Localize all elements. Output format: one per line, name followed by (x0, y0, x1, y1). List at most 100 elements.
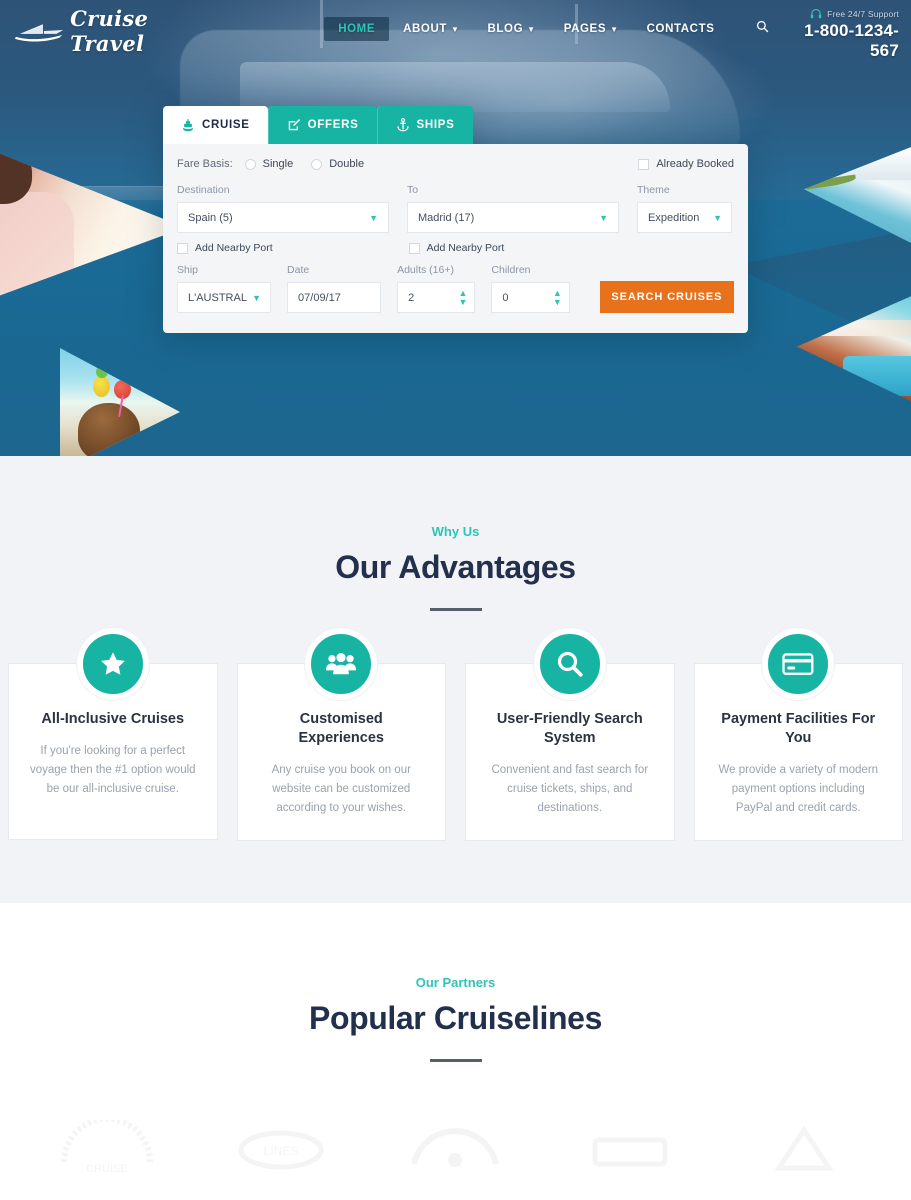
label-ship: Ship (177, 264, 199, 276)
nearby-port-row: Add Nearby Port Add Nearby Port (177, 242, 734, 254)
partner-logo-icon[interactable] (575, 1120, 685, 1174)
nav-label-contacts: CONTACTS (646, 23, 715, 35)
partner-logo-row: CRUISE LINES (0, 1119, 911, 1174)
checkbox-box-nearby-to (408, 242, 420, 254)
site-logo[interactable]: Cruise Travel (14, 6, 224, 56)
advantages-title: Our Advantages (335, 549, 576, 585)
chevron-down-icon: ▼ (369, 212, 378, 223)
fare-basis-row: Fare Basis: Single Double Already Booked (177, 158, 734, 170)
partner-logo-icon[interactable]: CRUISE (52, 1119, 162, 1174)
select-to[interactable]: Madrid (17) ▼ (407, 202, 619, 233)
label-destination: Destination (177, 184, 230, 196)
advantages-card-grid: All-Inclusive Cruises If you're looking … (0, 628, 911, 841)
hero-section: Cruise Travel HOME ABOUT ▼ BLOG ▼ PAGES … (0, 0, 911, 456)
advantage-card-text: If you're looking for a perfect voyage t… (29, 744, 196, 795)
pencil-square-icon (287, 118, 301, 132)
checkbox-nearby-port-to[interactable]: Add Nearby Port (408, 242, 505, 254)
advantage-card: Payment Facilities For You We provide a … (693, 628, 903, 841)
select-destination[interactable]: Spain (5) ▼ (177, 202, 389, 233)
headset-icon (810, 8, 822, 19)
section-divider (429, 608, 482, 611)
checkbox-nearby-port-from[interactable]: Add Nearby Port (177, 242, 273, 254)
field-theme: Theme Expedition ▼ (637, 184, 732, 233)
stepper-adults[interactable]: 2 ▲ ▼ (397, 282, 476, 313)
anchor-icon (396, 118, 410, 132)
search-icon[interactable] (746, 14, 779, 44)
advantage-card-title: User-Friendly Search System (496, 711, 643, 746)
radio-fare-double[interactable]: Double (311, 158, 364, 170)
input-date[interactable]: 07/09/17 (287, 282, 382, 313)
tab-ships[interactable]: SHIPS (376, 106, 473, 144)
nav-item-blog[interactable]: BLOG ▼ (474, 17, 550, 41)
field-ship: Ship L'AUSTRAL ▼ (177, 264, 272, 313)
site-header: Cruise Travel HOME ABOUT ▼ BLOG ▼ PAGES … (0, 0, 911, 60)
stepper-arrows-children[interactable]: ▲ ▼ (553, 288, 562, 306)
chevron-up-icon[interactable]: ▲ (553, 288, 562, 297)
partner-logo-icon[interactable]: LINES (226, 1120, 336, 1174)
partners-section: Our Partners Popular Cruiselines CRUISE … (0, 902, 911, 1174)
fare-basis-label: Fare Basis: (177, 158, 233, 170)
partners-title: Popular Cruiselines (309, 999, 602, 1036)
select-theme[interactable]: Expedition ▼ (637, 202, 732, 233)
advantage-card: Customised Experiences Any cruise you bo… (236, 628, 446, 841)
stepper-children[interactable]: 0 ▲ ▼ (491, 282, 570, 313)
tab-cruise[interactable]: CRUISE (163, 106, 268, 144)
ship-deck-silhouette (240, 62, 670, 112)
widget-tabs: CRUISE OFFERS SHIPS (163, 106, 748, 144)
partner-logo-icon[interactable] (749, 1120, 859, 1174)
section-divider (429, 1058, 482, 1062)
checkbox-label-nearby-from: Add Nearby Port (195, 242, 273, 254)
chevron-down-icon[interactable]: ▼ (553, 297, 562, 306)
chevron-down-icon: ▼ (599, 212, 608, 223)
value-children: 0 (502, 291, 509, 304)
stepper-arrows-adults[interactable]: ▲ ▼ (459, 288, 468, 306)
advantage-card-text: We provide a variety of modern payment o… (718, 763, 879, 814)
main-navigation: HOME ABOUT ▼ BLOG ▼ PAGES ▼ CONTACTS (324, 14, 779, 44)
advantages-eyebrow: Why Us (431, 524, 480, 539)
advantage-card: All-Inclusive Cruises If you're looking … (8, 628, 218, 840)
checkbox-box-already-booked (638, 158, 650, 170)
field-date: Date 07/09/17 (287, 264, 382, 313)
nav-item-pages[interactable]: PAGES ▼ (550, 17, 633, 41)
label-theme: Theme (637, 184, 670, 196)
select-ship[interactable]: L'AUSTRAL ▼ (177, 282, 272, 313)
chevron-down-icon: ▼ (451, 24, 460, 34)
chevron-down-icon: ▼ (252, 292, 262, 303)
primary-fields-row: Destination Spain (5) ▼ To Madrid (17) ▼… (177, 184, 734, 233)
support-phone-number[interactable]: 1-800-1234-567 (779, 21, 899, 61)
search-glyph (757, 20, 769, 33)
radio-label-single: Single (262, 158, 294, 170)
label-children: Children (491, 264, 531, 276)
svg-text:LINES: LINES (264, 1144, 299, 1158)
nav-item-about[interactable]: ABOUT ▼ (389, 17, 473, 41)
support-block: Free 24/7 Support 1-800-1234-567 (779, 8, 899, 61)
value-destination: Spain (5) (188, 211, 233, 224)
magnifier-icon (533, 628, 606, 700)
checkbox-label-already-booked: Already Booked (656, 158, 734, 170)
logo-text: Cruise Travel (70, 6, 149, 56)
tab-offers[interactable]: OFFERS (267, 106, 377, 144)
star-icon (76, 628, 149, 700)
search-cruises-button[interactable]: SEARCH CRUISES (599, 281, 734, 313)
advantage-card: User-Friendly Search System Convenient a… (465, 628, 675, 841)
checkbox-already-booked[interactable]: Already Booked (638, 158, 734, 170)
tab-label-offers: OFFERS (307, 119, 359, 131)
yellow-cocktail-shape (93, 366, 110, 397)
nav-label-home: HOME (338, 23, 376, 35)
advantage-card-title: Payment Facilities For You (721, 711, 876, 746)
chevron-down-icon[interactable]: ▼ (459, 297, 468, 306)
value-adults: 2 (408, 291, 415, 304)
chevron-up-icon[interactable]: ▲ (459, 288, 468, 297)
chevron-down-icon: ▼ (713, 212, 722, 223)
label-date: Date (287, 264, 310, 276)
cruise-search-widget: CRUISE OFFERS SHIPS Fare Basis: Single D… (163, 106, 748, 333)
field-adults: Adults (16+) 2 ▲ ▼ (397, 264, 476, 313)
widget-body: Fare Basis: Single Double Already Booked… (163, 144, 748, 333)
radio-fare-single[interactable]: Single (244, 158, 294, 170)
nav-item-home[interactable]: HOME (324, 17, 390, 41)
radio-circle-single (244, 158, 256, 170)
partner-logo-icon[interactable] (400, 1120, 510, 1174)
field-to: To Madrid (17) ▼ (407, 184, 619, 233)
checkbox-label-nearby-to: Add Nearby Port (426, 242, 505, 254)
nav-item-contacts[interactable]: CONTACTS (633, 17, 729, 41)
